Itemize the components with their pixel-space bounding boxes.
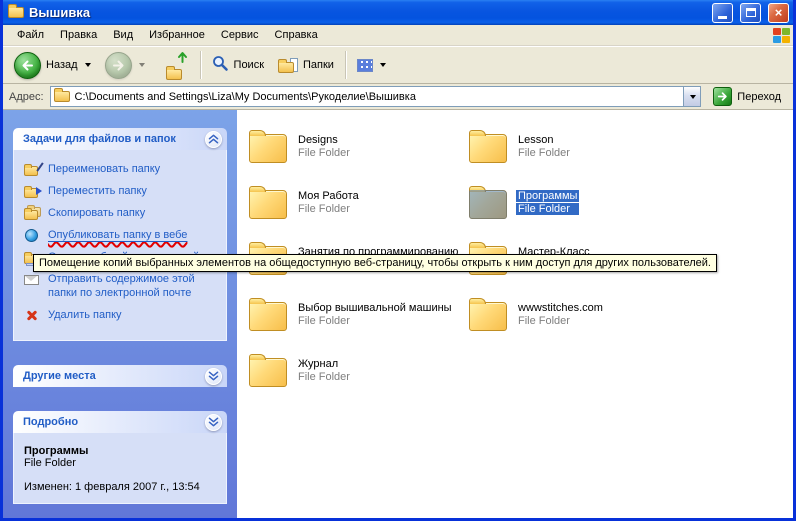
maximize-button[interactable] [740, 3, 761, 23]
menubar: Файл Правка Вид Избранное Сервис Справка [3, 25, 793, 46]
file-list: DesignsFile Folder Моя РаботаFile Folder… [237, 110, 793, 518]
go-button[interactable]: Переход [707, 87, 787, 106]
expand-chevron-icon[interactable] [205, 414, 222, 431]
delete-folder-task[interactable]: Удалить папку [24, 308, 218, 322]
expand-chevron-icon[interactable] [205, 368, 222, 385]
address-dropdown-button[interactable] [683, 87, 700, 106]
menu-favorites[interactable]: Избранное [141, 26, 213, 44]
address-folder-icon [54, 91, 70, 102]
folder-icon [249, 302, 287, 331]
forward-dropdown-icon [139, 63, 145, 67]
toolbar-separator [345, 51, 346, 79]
publish-web-icon [24, 228, 42, 242]
menu-edit[interactable]: Правка [52, 26, 105, 44]
address-path: C:\Documents and Settings\Liza\My Docume… [75, 91, 679, 103]
other-places-panel: Другие места [13, 365, 227, 387]
delete-icon [24, 308, 42, 322]
close-button[interactable]: × [768, 3, 789, 23]
publish-folder-task[interactable]: Опубликовать папку в вебе [24, 228, 218, 242]
back-icon [14, 52, 41, 79]
file-item-selected[interactable]: ПрограммыFile Folder [469, 184, 689, 240]
file-item[interactable]: wwwstitches.comFile Folder [469, 296, 689, 352]
file-item[interactable]: Моя РаботаFile Folder [249, 184, 469, 240]
details-header[interactable]: Подробно [13, 411, 227, 433]
folder-icon [469, 190, 507, 219]
toolbar-separator [200, 51, 201, 79]
details-modified: Изменен: 1 февраля 2007 г., 13:54 [24, 481, 218, 493]
up-button[interactable] [152, 49, 196, 81]
window-body: Задачи для файлов и папок Переименовать … [3, 110, 793, 518]
details-panel: Подробно Программы File Folder Изменен: … [13, 411, 227, 504]
address-input[interactable]: C:\Documents and Settings\Liza\My Docume… [50, 86, 702, 107]
details-title: Подробно [23, 416, 78, 428]
go-icon [713, 87, 732, 106]
menu-help[interactable]: Справка [267, 26, 326, 44]
publish-folder-link[interactable]: Опубликовать папку в вебе [48, 228, 187, 242]
views-icon [357, 59, 373, 72]
toolbar: Назад Поиск Папки [3, 46, 793, 84]
copy-icon [24, 206, 42, 220]
forward-icon [105, 52, 132, 79]
file-tasks-header[interactable]: Задачи для файлов и папок [13, 128, 227, 150]
file-item[interactable]: DesignsFile Folder [249, 128, 469, 184]
maximize-icon [746, 8, 756, 17]
views-dropdown-icon [380, 63, 386, 67]
file-item[interactable]: Выбор вышивальной машиныFile Folder [249, 296, 469, 352]
dropdown-caret-icon [690, 95, 696, 99]
back-dropdown-icon [85, 63, 91, 67]
folder-icon [249, 134, 287, 163]
folders-icon [278, 58, 298, 73]
forward-button[interactable] [98, 49, 152, 81]
window-title: Вышивка [29, 5, 705, 20]
file-tasks-title: Задачи для файлов и папок [23, 133, 176, 145]
file-tasks-body: Переименовать папку Переместить папку Ск… [13, 150, 227, 341]
search-button[interactable]: Поиск [205, 49, 271, 81]
task-pane: Задачи для файлов и папок Переименовать … [3, 110, 237, 518]
windows-logo-icon [773, 28, 790, 43]
file-tasks-panel: Задачи для файлов и папок Переименовать … [13, 128, 227, 341]
file-item[interactable]: ЖурналFile Folder [249, 352, 469, 408]
folder-icon [469, 302, 507, 331]
email-icon [24, 272, 42, 286]
minimize-icon [718, 16, 727, 19]
search-label: Поиск [234, 59, 264, 71]
folders-label: Папки [303, 59, 334, 71]
address-label: Адрес: [9, 91, 44, 103]
menu-file[interactable]: Файл [9, 26, 52, 44]
move-icon [24, 184, 42, 198]
menu-tools[interactable]: Сервис [213, 26, 267, 44]
tooltip: Помещение копий выбранных элементов на о… [33, 254, 717, 272]
minimize-button[interactable] [712, 3, 733, 23]
views-button[interactable] [350, 49, 393, 81]
rename-folder-task[interactable]: Переименовать папку [24, 162, 218, 176]
details-type: File Folder [24, 457, 218, 469]
other-places-title: Другие места [23, 370, 96, 382]
window-folder-icon [8, 7, 24, 18]
rename-icon [24, 162, 42, 176]
search-icon [212, 55, 229, 75]
back-label: Назад [46, 59, 78, 71]
collapse-chevron-icon[interactable] [205, 131, 222, 148]
folder-icon [469, 134, 507, 163]
explorer-window: Вышивка × Файл Правка Вид Избранное Серв… [0, 0, 796, 521]
folders-button[interactable]: Папки [271, 49, 341, 81]
folder-icon [249, 358, 287, 387]
go-label: Переход [737, 91, 781, 103]
back-button[interactable]: Назад [7, 49, 98, 81]
up-icon [159, 50, 189, 80]
move-folder-task[interactable]: Переместить папку [24, 184, 218, 198]
address-bar: Адрес: C:\Documents and Settings\Liza\My… [3, 84, 793, 110]
titlebar: Вышивка × [3, 0, 793, 25]
email-folder-task[interactable]: Отправить содержимое этой папки по элект… [24, 272, 218, 300]
copy-folder-task[interactable]: Скопировать папку [24, 206, 218, 220]
details-name: Программы [24, 445, 218, 457]
menu-view[interactable]: Вид [105, 26, 141, 44]
folder-icon [249, 190, 287, 219]
other-places-header[interactable]: Другие места [13, 365, 227, 387]
details-body: Программы File Folder Изменен: 1 февраля… [13, 433, 227, 504]
file-item[interactable]: LessonFile Folder [469, 128, 689, 184]
